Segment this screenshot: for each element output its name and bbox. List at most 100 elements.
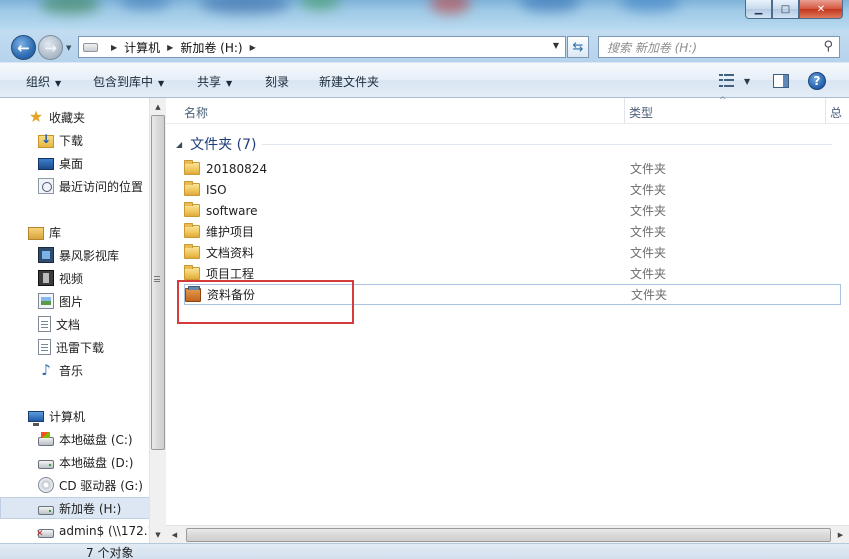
scrollbar-grip-icon bbox=[154, 276, 160, 282]
column-divider[interactable] bbox=[624, 98, 625, 124]
address-dropdown-icon[interactable]: ▼ bbox=[553, 41, 559, 50]
column-total-size[interactable]: 总 bbox=[830, 104, 842, 121]
recent-places-icon bbox=[38, 178, 54, 194]
nav-favorites[interactable]: ★ 收藏夹 bbox=[0, 106, 150, 128]
hard-drive-icon bbox=[38, 459, 54, 469]
nav-label: 文档 bbox=[56, 317, 81, 332]
document-icon bbox=[38, 339, 51, 355]
file-type: 文件夹 bbox=[630, 225, 667, 239]
file-row[interactable]: 维护项目 文件夹 bbox=[184, 221, 849, 242]
file-type: 文件夹 bbox=[631, 288, 668, 302]
back-button[interactable]: ← bbox=[11, 35, 36, 60]
organize-button[interactable]: 组织 ▼ bbox=[26, 73, 61, 90]
nav-desktop[interactable]: 桌面 bbox=[0, 152, 150, 174]
nav-label: 本地磁盘 (D:) bbox=[59, 455, 134, 470]
folder-icon bbox=[184, 223, 200, 238]
highlight-annotation-box bbox=[177, 280, 354, 324]
new-folder-button[interactable]: 新建文件夹 bbox=[319, 73, 379, 90]
column-name[interactable]: 名称 bbox=[184, 104, 208, 121]
collapse-triangle-icon[interactable]: ◢ bbox=[176, 140, 182, 149]
nav-recent-places[interactable]: 最近访问的位置 bbox=[0, 175, 150, 197]
folder-icon bbox=[184, 202, 200, 217]
folder-icon bbox=[184, 181, 200, 196]
folder-icon bbox=[184, 160, 200, 175]
file-name: software bbox=[206, 203, 258, 218]
preview-pane-button[interactable] bbox=[773, 71, 789, 91]
file-row[interactable]: software 文件夹 bbox=[184, 200, 849, 221]
nav-libraries[interactable]: 库 bbox=[0, 221, 150, 243]
file-type: 文件夹 bbox=[630, 183, 667, 197]
view-details-icon bbox=[719, 74, 735, 88]
nav-videos[interactable]: 视频 bbox=[0, 267, 150, 289]
window-controls: ▁ □ ✕ bbox=[745, 0, 843, 19]
nav-label: 音乐 bbox=[59, 363, 84, 378]
scrollbar-thumb[interactable] bbox=[186, 528, 831, 542]
column-type[interactable]: 类型 bbox=[629, 104, 653, 121]
wallpaper-blur bbox=[520, 0, 580, 12]
change-view-button[interactable]: ▼ bbox=[719, 71, 750, 91]
nav-downloads[interactable]: 下载 bbox=[0, 129, 150, 151]
file-row[interactable]: 文档资料 文件夹 bbox=[184, 242, 849, 263]
picture-icon bbox=[38, 293, 54, 309]
computer-icon bbox=[28, 411, 44, 426]
nav-thunder-downloads[interactable]: 迅雷下载 bbox=[0, 336, 150, 358]
nav-label: 新加卷 (H:) bbox=[59, 501, 122, 516]
chevron-right-icon[interactable]: ▶ bbox=[250, 43, 256, 52]
nav-baofeng-library[interactable]: 暴风影视库 bbox=[0, 244, 150, 266]
search-icon[interactable]: ⚲ bbox=[823, 39, 833, 54]
refresh-button[interactable]: ⇆ bbox=[567, 36, 589, 58]
nav-pane-scrollbar[interactable]: ▲ ▼ bbox=[149, 98, 166, 543]
column-divider[interactable] bbox=[825, 98, 826, 124]
wallpaper-blur bbox=[120, 0, 170, 10]
nav-drive-d[interactable]: 本地磁盘 (D:) bbox=[0, 451, 150, 473]
music-note-icon: ♪ bbox=[41, 361, 51, 379]
scrollbar-thumb[interactable] bbox=[151, 115, 165, 450]
minimize-button[interactable]: ▁ bbox=[745, 0, 772, 19]
breadcrumb-drive-h[interactable]: 新加卷 (H:) bbox=[180, 39, 242, 56]
search-input[interactable]: 搜索 新加卷 (H:) ⚲ bbox=[598, 36, 840, 58]
share-button[interactable]: 共享 ▼ bbox=[197, 73, 232, 90]
nav-drive-c[interactable]: 本地磁盘 (C:) bbox=[0, 428, 150, 450]
scroll-up-icon[interactable]: ▲ bbox=[150, 98, 166, 115]
nav-documents[interactable]: 文档 bbox=[0, 313, 150, 335]
group-header-folders[interactable]: ◢ 文件夹 (7) bbox=[176, 134, 256, 154]
nav-label: 下载 bbox=[59, 133, 84, 148]
scroll-left-icon[interactable]: ◀ bbox=[166, 527, 183, 543]
file-list-horizontal-scrollbar[interactable]: ◀ ▶ bbox=[166, 525, 849, 543]
status-bar: 7 个对象 bbox=[0, 543, 849, 559]
downloads-icon bbox=[38, 132, 54, 148]
include-in-library-button[interactable]: 包含到库中 ▼ bbox=[93, 73, 164, 90]
nav-drive-h[interactable]: 新加卷 (H:) bbox=[0, 497, 150, 519]
close-button[interactable]: ✕ bbox=[799, 0, 843, 19]
recent-pages-dropdown[interactable]: ▼ bbox=[66, 44, 71, 52]
chevron-right-icon[interactable]: ▶ bbox=[111, 43, 117, 52]
cd-drive-icon bbox=[38, 477, 54, 493]
file-name: 维护项目 bbox=[206, 225, 255, 239]
nav-label: 最近访问的位置 bbox=[59, 179, 144, 194]
nav-label: 本地磁盘 (C:) bbox=[59, 432, 133, 447]
burn-button[interactable]: 刻录 bbox=[265, 73, 289, 90]
folder-icon bbox=[184, 244, 200, 259]
scroll-right-icon[interactable]: ▶ bbox=[832, 527, 849, 543]
nav-drive-g[interactable]: CD 驱动器 (G:) bbox=[0, 474, 150, 496]
help-button[interactable]: ? bbox=[808, 71, 826, 91]
nav-computer[interactable]: 计算机 bbox=[0, 405, 150, 427]
nav-pictures[interactable]: 图片 bbox=[0, 290, 150, 312]
nav-music[interactable]: ♪ 音乐 bbox=[0, 359, 150, 381]
scroll-down-icon[interactable]: ▼ bbox=[150, 526, 166, 543]
breadcrumb-computer[interactable]: 计算机 bbox=[124, 39, 160, 56]
disconnected-network-drive-icon bbox=[36, 528, 54, 539]
address-bar[interactable]: ▶ 计算机 ▶ 新加卷 (H:) ▶ ▼ bbox=[78, 36, 566, 58]
file-row[interactable]: 20180824 文件夹 bbox=[184, 158, 849, 179]
nav-network-drive[interactable]: admin$ (\\172.1 bbox=[0, 520, 150, 542]
forward-button[interactable]: → bbox=[38, 35, 63, 60]
wallpaper-blur bbox=[300, 0, 340, 10]
drive-icon bbox=[83, 42, 98, 52]
maximize-button[interactable]: □ bbox=[772, 0, 799, 19]
chevron-right-icon[interactable]: ▶ bbox=[167, 43, 173, 52]
system-drive-icon bbox=[38, 432, 54, 446]
file-row[interactable]: ISO 文件夹 bbox=[184, 179, 849, 200]
preview-pane-icon bbox=[773, 74, 789, 88]
file-name: 20180824 bbox=[206, 161, 268, 176]
column-header-row: 名称 ^ 类型 总 bbox=[166, 96, 849, 124]
